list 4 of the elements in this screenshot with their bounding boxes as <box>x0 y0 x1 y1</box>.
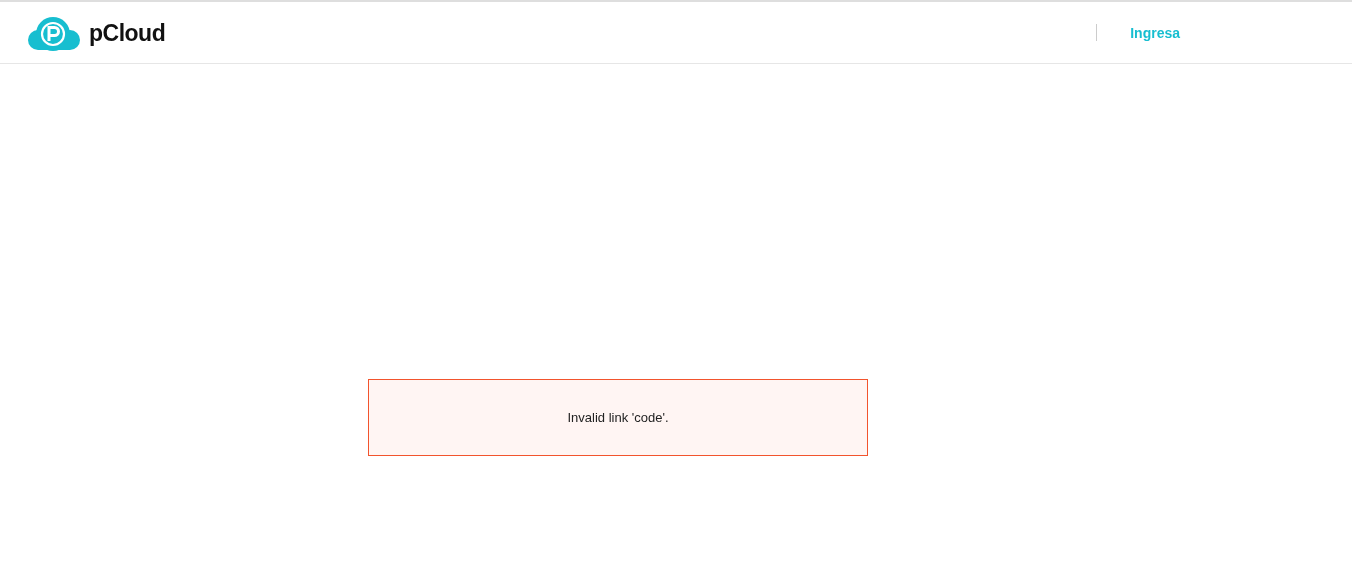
login-link[interactable]: Ingresa <box>1130 24 1180 41</box>
logo-text: pCloud <box>89 20 166 47</box>
error-message: Invalid link 'code'. <box>567 410 669 425</box>
cloud-logo-icon <box>28 16 80 51</box>
